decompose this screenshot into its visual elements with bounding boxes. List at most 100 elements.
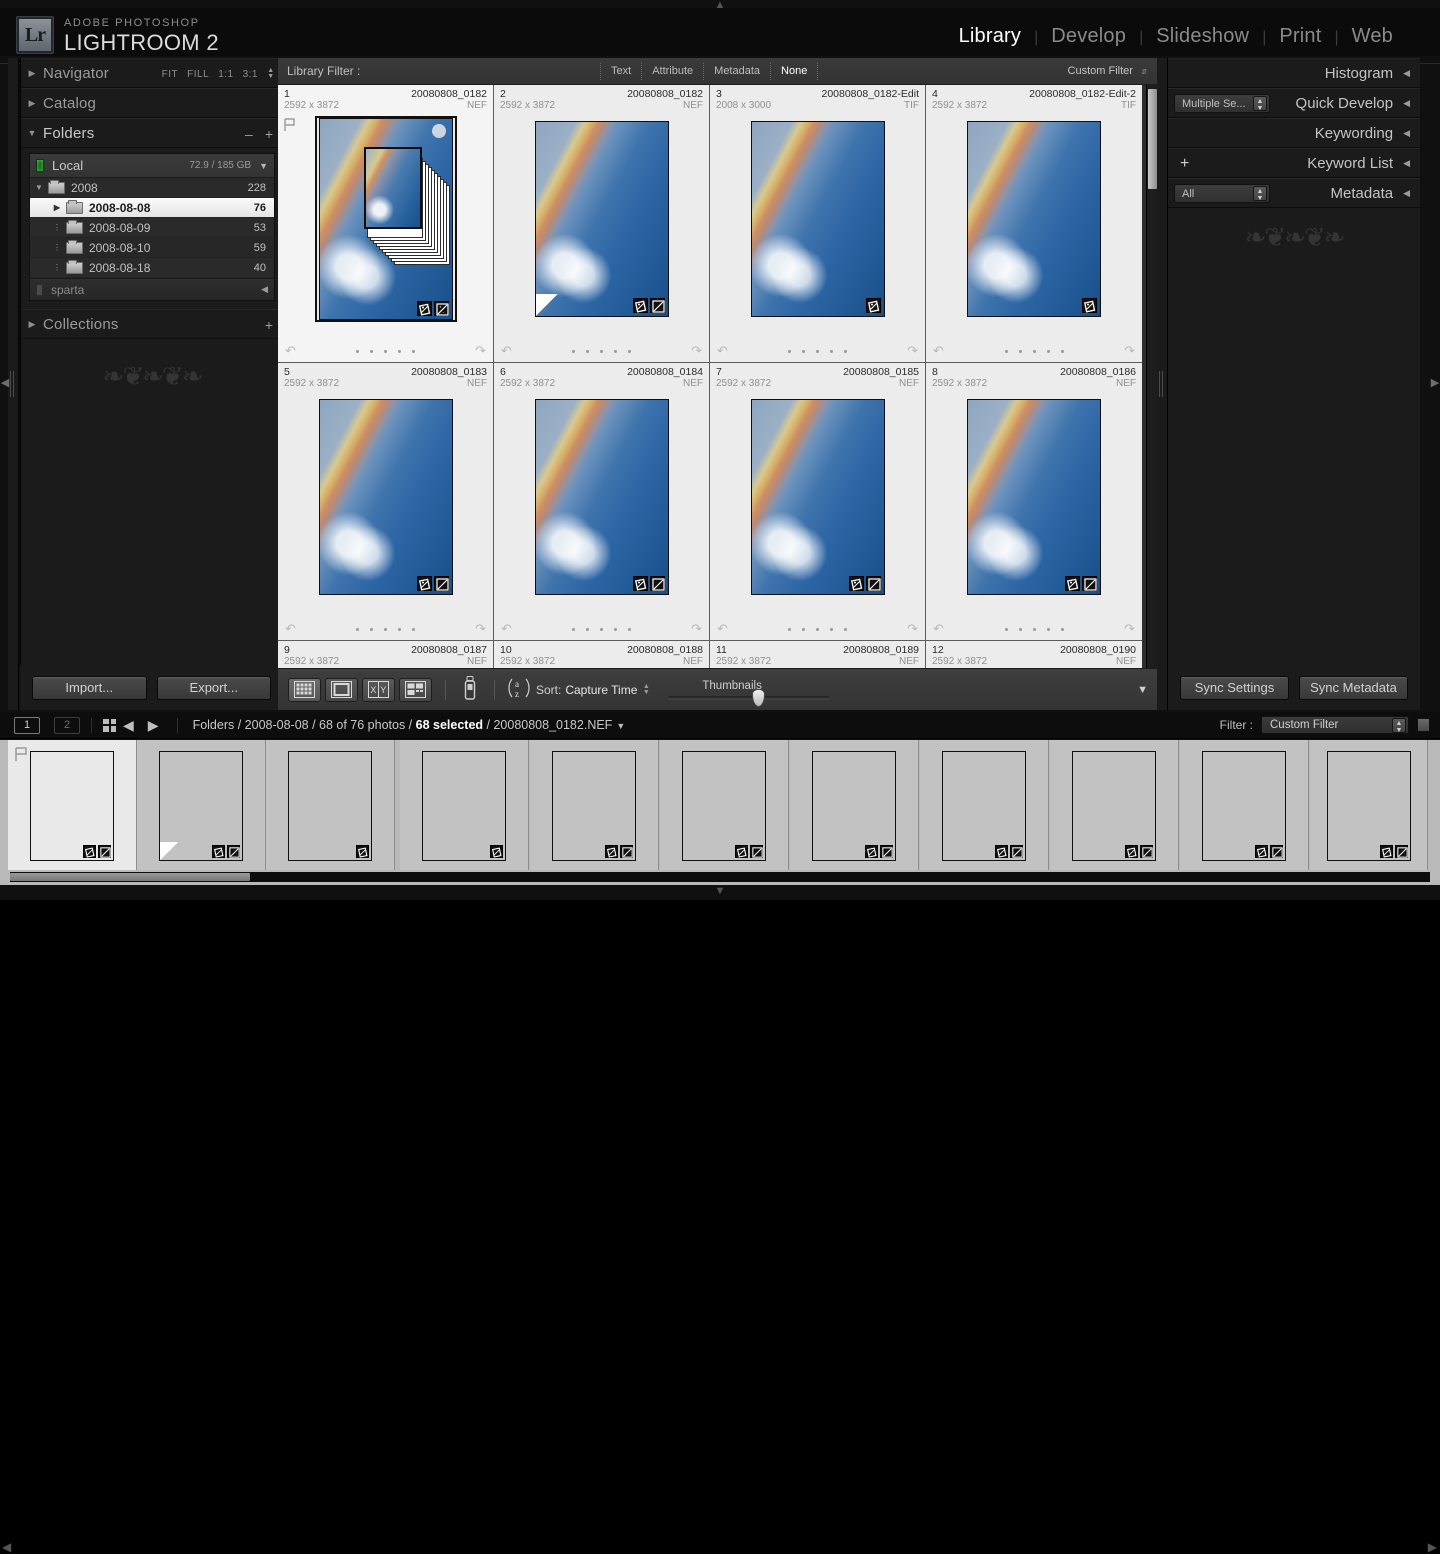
rotate-left-icon[interactable]: ↶	[933, 621, 944, 637]
grid-toggle-icon[interactable]	[103, 718, 116, 732]
cell-thumbnail[interactable]	[534, 121, 669, 317]
zoom-mode-fit[interactable]: FIT	[162, 69, 179, 80]
grid-cell[interactable]: 3 20080808_0182-Edit 2008 x 3000 TIF ↶ ↷	[710, 85, 926, 363]
next-photo-arrow-icon[interactable]: ▶	[148, 717, 159, 734]
rating-dots[interactable]	[788, 349, 847, 353]
develop-badge-icon[interactable]	[1082, 576, 1097, 591]
grid-cell[interactable]: 7 20080808_0185 2592 x 3872 NEF ↶ ↷	[710, 363, 926, 641]
crop-badge-icon[interactable]	[1082, 298, 1097, 313]
sync-metadata-button[interactable]: Sync Metadata	[1299, 675, 1408, 700]
develop-badge-icon[interactable]	[98, 845, 111, 858]
chevron-right-icon[interactable]: ▶	[48, 203, 66, 212]
filmstrip-thumbnail[interactable]	[159, 751, 243, 861]
filmstrip-thumbnail[interactable]	[422, 751, 506, 861]
screen-1-button[interactable]: 1	[14, 716, 40, 734]
thumbnail-size-slider[interactable]: Thumbnails	[668, 680, 868, 707]
chevron-left-icon[interactable]: ◀	[1403, 128, 1410, 139]
filmstrip-thumbnail[interactable]	[682, 751, 766, 861]
custom-filter-dropdown[interactable]: Custom Filter ⇵	[1068, 65, 1148, 77]
filmstrip-thumbnail[interactable]	[1202, 751, 1286, 861]
zoom-mode-1-1[interactable]: 1:1	[218, 69, 233, 80]
filmstrip-item[interactable]	[266, 740, 395, 870]
add-collection-button[interactable]: +	[265, 317, 273, 333]
develop-badge-icon[interactable]	[433, 576, 449, 591]
folder-row-2008-08-10[interactable]: ⋮ 2008-08-10 59	[30, 238, 274, 258]
export-button[interactable]: Export...	[156, 675, 271, 700]
chevron-down-icon[interactable]: ▼	[616, 721, 625, 731]
left-panel-collapse-arrow[interactable]: ◀	[0, 372, 10, 394]
right-panel-collapse-arrow[interactable]: ▶	[1430, 372, 1440, 394]
grid-cell[interactable]: 1 20080808_0182 2592 x 3872 NEF + - ↶ ↷	[278, 85, 494, 363]
develop-badge-icon[interactable]	[1140, 845, 1153, 858]
cell-thumbnail[interactable]	[967, 121, 1101, 317]
develop-badge-icon[interactable]	[649, 576, 665, 591]
rotate-left-icon[interactable]: ↶	[717, 621, 728, 637]
import-button[interactable]: Import...	[32, 675, 147, 700]
sort-value[interactable]: Capture Time	[565, 683, 637, 697]
filter-tab-text[interactable]: Text	[600, 63, 641, 80]
panel-collections[interactable]: ▶ Collections +	[21, 309, 283, 339]
develop-badge-icon[interactable]	[227, 845, 240, 858]
crop-badge-icon[interactable]	[605, 845, 618, 858]
right-panel-grip[interactable]	[1157, 58, 1168, 710]
chevron-left-icon[interactable]: ◀	[261, 284, 268, 295]
add-keyword-button[interactable]: +	[1180, 155, 1189, 173]
panel-folders[interactable]: ▼ Folders – +	[21, 118, 283, 148]
filmstrip-item[interactable]	[920, 740, 1049, 870]
rating-dots[interactable]	[572, 349, 631, 353]
cell-thumbnail[interactable]: + -	[318, 118, 453, 320]
rotate-left-icon[interactable]: ↶	[501, 621, 512, 637]
filmstrip-thumbnail[interactable]	[552, 751, 636, 861]
develop-badge-icon[interactable]	[649, 298, 665, 313]
rating-dots[interactable]	[788, 627, 847, 631]
grid-cell[interactable]: 11 20080808_0189 2592 x 3872 NEF	[710, 641, 926, 668]
grid-cell[interactable]: 2 20080808_0182 2592 x 3872 NEF ↶ ↷	[494, 85, 710, 363]
toolbar-options-caret-icon[interactable]: ▼	[1137, 684, 1148, 696]
chevron-left-icon[interactable]: ◀	[1403, 188, 1410, 199]
add-folder-button[interactable]: +	[265, 126, 273, 142]
filmstrip-horizontal-scrollbar[interactable]	[10, 872, 1430, 882]
module-develop[interactable]: Develop	[1038, 25, 1139, 48]
metadata-preset-combo[interactable]: All ▲ ▼	[1174, 184, 1270, 203]
quick-develop-preset-combo[interactable]: Multiple Se... ▲ ▼	[1174, 94, 1270, 113]
grid-cell[interactable]: 8 20080808_0186 2592 x 3872 NEF ↶ ↷	[926, 363, 1142, 641]
crop-badge-icon[interactable]	[865, 845, 878, 858]
slider-track[interactable]	[668, 688, 831, 707]
screen-2-button[interactable]: 2	[54, 716, 80, 734]
panel-quick-develop[interactable]: Multiple Se... ▲ ▼ Quick Develop ◀	[1168, 88, 1420, 118]
filmstrip-item[interactable]	[1310, 740, 1428, 870]
cell-thumbnail[interactable]	[318, 399, 453, 595]
previous-photo-arrow-icon[interactable]: ◀	[123, 717, 134, 734]
rotate-right-icon[interactable]: ↷	[907, 621, 918, 637]
develop-badge-icon[interactable]	[865, 576, 881, 591]
rating-dots[interactable]	[1004, 627, 1064, 631]
crop-badge-icon[interactable]	[1125, 845, 1138, 858]
filter-tab-metadata[interactable]: Metadata	[703, 63, 770, 80]
filmstrip-thumbnail[interactable]	[288, 751, 372, 861]
crop-badge-icon[interactable]	[735, 845, 748, 858]
filter-tab-none[interactable]: None	[770, 63, 819, 80]
module-library[interactable]: Library	[946, 25, 1035, 48]
develop-badge-icon[interactable]	[1394, 845, 1408, 858]
filmstrip-thumbnail[interactable]	[1326, 751, 1411, 861]
zoom-mode-3-1[interactable]: 3:1	[243, 69, 258, 80]
crop-badge-icon[interactable]	[356, 845, 369, 858]
grid-cell[interactable]: 4 20080808_0182-Edit-2 2592 x 3872 TIF ↶ ↷	[926, 85, 1142, 363]
crop-badge-icon[interactable]	[1379, 845, 1393, 858]
crop-badge-icon[interactable]	[416, 301, 432, 316]
crop-badge-icon[interactable]	[848, 576, 864, 591]
sync-settings-button[interactable]: Sync Settings	[1180, 675, 1289, 700]
filmstrip-thumbnail[interactable]	[942, 751, 1026, 861]
develop-badge-icon[interactable]	[1010, 845, 1023, 858]
develop-badge-icon[interactable]	[750, 845, 763, 858]
rotate-left-icon[interactable]: ↶	[717, 343, 728, 359]
rotate-right-icon[interactable]: ↷	[907, 343, 918, 359]
folder-row-2008-08-18[interactable]: ⋮ 2008-08-18 40	[30, 258, 274, 278]
rotate-right-icon[interactable]: ↷	[475, 343, 486, 359]
chevron-left-icon[interactable]: ◀	[1403, 68, 1410, 79]
filmstrip-item[interactable]	[137, 740, 266, 870]
rotate-left-icon[interactable]: ↶	[285, 621, 296, 637]
crop-badge-icon[interactable]	[1065, 576, 1080, 591]
panel-navigator[interactable]: ▶ Navigator FIT FILL 1:1 3:1 ▲ ▼	[21, 58, 283, 88]
grid-vertical-scrollbar[interactable]	[1146, 85, 1157, 675]
